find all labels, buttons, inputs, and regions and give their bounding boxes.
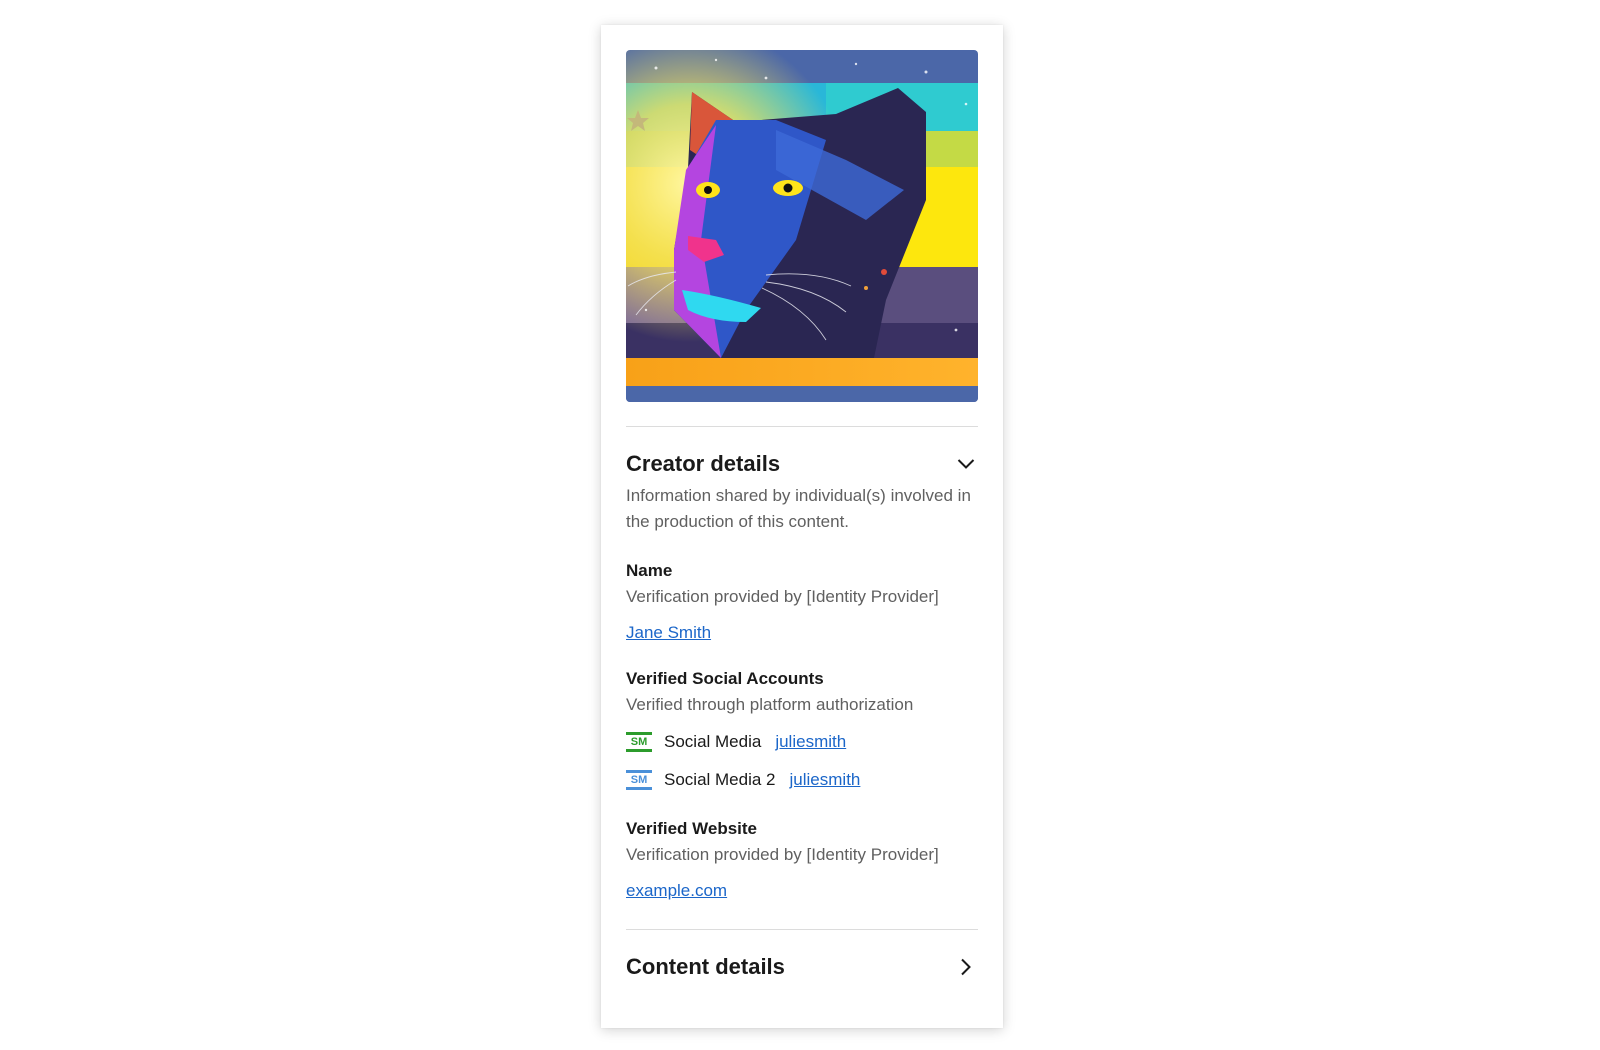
creator-name-link[interactable]: Jane Smith (626, 623, 711, 642)
chevron-right-icon[interactable] (954, 955, 978, 979)
creator-details-header[interactable]: Creator details (626, 449, 978, 479)
content-credentials-panel: Creator details Information shared by in… (601, 25, 1003, 1028)
panel-body: Creator details Information shared by in… (626, 50, 978, 982)
social-account-row: SM Social Media 2 juliesmith (626, 767, 978, 793)
social-platform-name: Social Media 2 (664, 770, 776, 789)
name-label: Name (626, 561, 673, 580)
social-accounts-verification-text: Verified through platform authorization (626, 695, 914, 714)
social-media-icon: SM (626, 732, 652, 752)
artwork-image (626, 50, 978, 402)
social-accounts-section: Verified Social Accounts Verified throug… (626, 669, 978, 793)
website-verification-text: Verification provided by [Identity Provi… (626, 845, 939, 864)
social-media-2-icon: SM (626, 770, 652, 790)
creator-details-description: Information shared by individual(s) invo… (626, 486, 971, 531)
social-handle-link[interactable]: juliesmith (790, 770, 861, 790)
social-account-row: SM Social Media juliesmith (626, 729, 978, 755)
social-platform-name: Social Media (664, 732, 762, 751)
website-link[interactable]: example.com (626, 881, 727, 900)
content-details-title: Content details (626, 954, 785, 979)
website-label: Verified Website (626, 819, 758, 838)
name-section: Name Verification provided by [Identity … (626, 561, 978, 643)
website-section: Verified Website Verification provided b… (626, 819, 978, 901)
social-handle-link[interactable]: juliesmith (775, 732, 846, 752)
creator-details-title: Creator details (626, 451, 781, 476)
name-verification-text: Verification provided by [Identity Provi… (626, 587, 939, 606)
divider (626, 426, 978, 427)
chevron-down-icon[interactable] (954, 452, 978, 476)
social-accounts-label: Verified Social Accounts (626, 669, 824, 688)
divider (626, 929, 978, 930)
content-details-header[interactable]: Content details (626, 952, 978, 982)
